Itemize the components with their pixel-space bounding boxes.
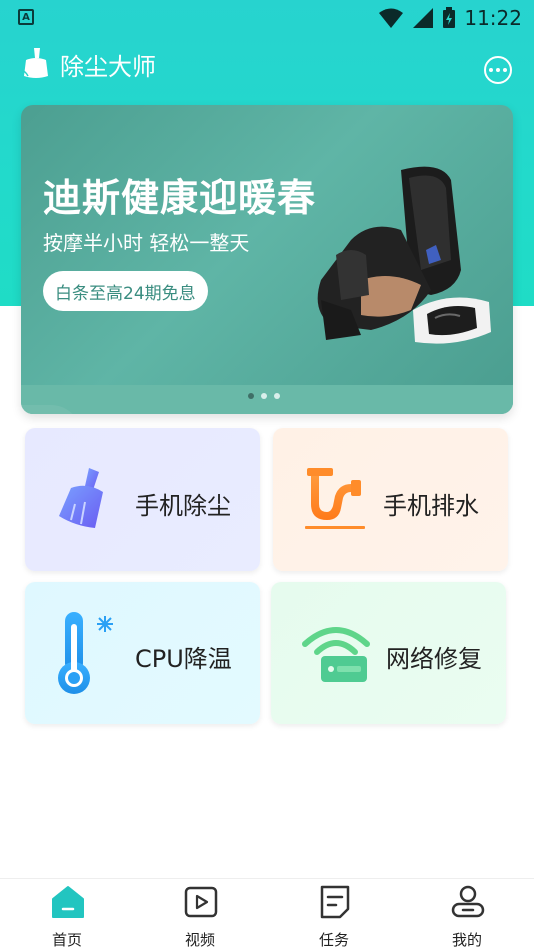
- task-icon: [320, 885, 350, 919]
- broom-icon: [21, 48, 48, 78]
- tile-phone-dust-clean[interactable]: 手机除尘: [25, 428, 260, 571]
- message-button[interactable]: [484, 56, 512, 84]
- tile-label: 网络修复: [386, 645, 482, 673]
- home-icon: [52, 886, 84, 918]
- wifi-icon: [379, 8, 404, 28]
- thermometer-icon: [58, 612, 113, 694]
- promo-banner[interactable]: 迪斯健康迎暖春 按摩半小时 轻松一整天 白条至高24期免息: [21, 105, 513, 414]
- chat-bubble-dot: [503, 68, 507, 72]
- nav-label: 首页: [51, 931, 82, 949]
- tile-phone-drain[interactable]: 手机排水: [273, 428, 508, 571]
- banner-headline: 迪斯健康迎暖春: [43, 176, 317, 220]
- status-icons: 11:22: [378, 6, 522, 30]
- tile-label: 手机排水: [383, 492, 479, 520]
- tile-label: CPU降温: [135, 645, 232, 673]
- nav-tasks[interactable]: 任务: [294, 879, 374, 950]
- banner-pagination: [248, 393, 280, 399]
- nav-label: 我的: [451, 931, 482, 949]
- pagination-dot: [261, 393, 267, 399]
- user-icon: [451, 885, 485, 918]
- wifi-router-icon: [302, 627, 370, 682]
- nav-profile[interactable]: 我的: [427, 879, 507, 950]
- chat-bubble-dot: [496, 68, 500, 72]
- tile-cpu-cooling[interactable]: CPU降温: [25, 582, 260, 724]
- app-title: 除尘大师: [60, 53, 156, 81]
- play-icon: [184, 886, 218, 918]
- tile-label: 手机除尘: [135, 492, 231, 520]
- broom-icon: [59, 468, 103, 528]
- bottom-navigation: 首页 视频 任务 我的: [0, 878, 534, 950]
- pagination-dot: [274, 393, 280, 399]
- status-bar: A 11:22: [0, 0, 534, 36]
- banner-subtitle: 按摩半小时 轻松一整天: [43, 231, 250, 255]
- tile-network-repair[interactable]: 网络修复: [271, 582, 506, 724]
- pagination-dot: [248, 393, 254, 399]
- pipe-icon: [305, 468, 365, 529]
- a-icon: A: [18, 9, 34, 25]
- nav-video[interactable]: 视频: [160, 879, 240, 950]
- banner-cta[interactable]: 白条至高24期免息: [43, 271, 208, 311]
- chat-bubble-icon: [489, 68, 493, 72]
- banner-floor: [21, 385, 513, 414]
- nav-label: 视频: [184, 931, 215, 949]
- nav-label: 任务: [318, 931, 349, 949]
- nav-home[interactable]: 首页: [27, 879, 107, 950]
- battery-icon: [443, 7, 456, 28]
- status-time: 11:22: [464, 6, 522, 30]
- eye-massager-image: [413, 297, 491, 344]
- signal-icon: [413, 8, 434, 28]
